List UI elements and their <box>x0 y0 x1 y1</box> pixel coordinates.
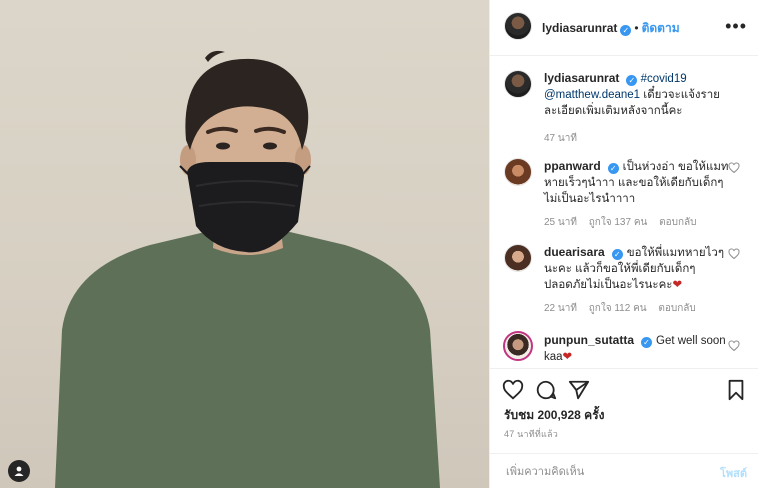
heart-icon[interactable] <box>728 162 740 174</box>
comment-item: duearisara ✓ ขอให้พี่แมทหายไวๆนะคะ แล้วก็ข… <box>504 244 744 324</box>
heart-emoji: ❤ <box>562 351 573 363</box>
reply-button[interactable]: ตอบกลับ <box>659 217 696 228</box>
bookmark-icon[interactable] <box>725 379 747 401</box>
more-horizontal-icon[interactable]: ••• <box>725 16 747 37</box>
heart-icon[interactable] <box>728 248 740 260</box>
comment-likes[interactable]: ถูกใจ 137 คน <box>589 217 648 228</box>
user-tag-button[interactable] <box>8 460 30 482</box>
verified-icon: ✓ <box>620 25 632 36</box>
post-media[interactable] <box>0 0 489 488</box>
verified-icon: ✓ <box>607 163 619 174</box>
verified-icon: ✓ <box>626 75 638 86</box>
comment-icon[interactable] <box>535 379 557 401</box>
header-user-line: lydiasarunrat ✓ • ติดตาม <box>542 19 680 38</box>
avatar[interactable] <box>504 158 532 186</box>
post-sidebar: lydiasarunrat ✓ • ติดตาม ••• lydiasarunrat ✓… <box>489 0 758 488</box>
mention-link[interactable]: @matthew.deane1 <box>544 89 640 101</box>
caption-username[interactable]: lydiasarunrat <box>544 71 619 85</box>
post-comment-button[interactable]: โพสต์ <box>720 464 747 482</box>
post-photo <box>55 50 440 488</box>
verified-icon: ✓ <box>641 337 652 348</box>
post-time[interactable]: 47 นาทีที่แล้ว <box>504 427 558 441</box>
verified-icon: ✓ <box>611 249 623 260</box>
avatar[interactable] <box>503 331 533 361</box>
share-icon[interactable] <box>568 379 590 401</box>
comment-input[interactable] <box>504 462 708 482</box>
follow-button[interactable]: ติดตาม <box>642 21 680 35</box>
comment-item: ppanward ✓ เป็นห่วงอ่า ขอให้แมทหายเร็วๆนำา… <box>504 158 744 238</box>
reply-button[interactable]: ตอบกลับ <box>658 303 695 314</box>
separator-dot: • <box>634 21 639 35</box>
post-header: lydiasarunrat ✓ • ติดตาม ••• <box>490 0 758 56</box>
avatar[interactable] <box>504 12 532 40</box>
heart-icon[interactable] <box>502 379 524 401</box>
heart-icon[interactable] <box>728 340 740 352</box>
comment-username[interactable]: punpun_sutatta <box>544 333 634 347</box>
comment-username[interactable]: ppanward <box>544 159 601 173</box>
view-count[interactable]: รับชม 200,928 ครั้ง <box>504 406 605 425</box>
avatar[interactable] <box>504 70 532 98</box>
comment-likes[interactable]: ถูกใจ 112 คน <box>589 303 647 314</box>
post-username[interactable]: lydiasarunrat <box>542 21 617 35</box>
comment-time[interactable]: 25 นาที <box>544 217 577 228</box>
hashtag-link[interactable]: #covid19 <box>641 73 687 85</box>
avatar[interactable] <box>504 244 532 272</box>
comments-list[interactable]: lydiasarunrat ✓ #covid19 @matthew.deane1 … <box>490 56 758 368</box>
heart-emoji: ❤ <box>672 279 683 291</box>
person-icon <box>14 466 24 476</box>
add-comment-section: โพสต์ <box>490 453 758 489</box>
caption-time[interactable]: 47 นาที <box>544 133 577 144</box>
comment-time[interactable]: 22 นาที <box>544 303 577 314</box>
comment-username[interactable]: duearisara <box>544 245 605 259</box>
comment-item: punpun_sutatta ✓ Get well soon kaa❤ <box>503 331 744 368</box>
post-actions: รับชม 200,928 ครั้ง 47 นาทีที่แล้ว โพสต์ <box>490 368 758 489</box>
